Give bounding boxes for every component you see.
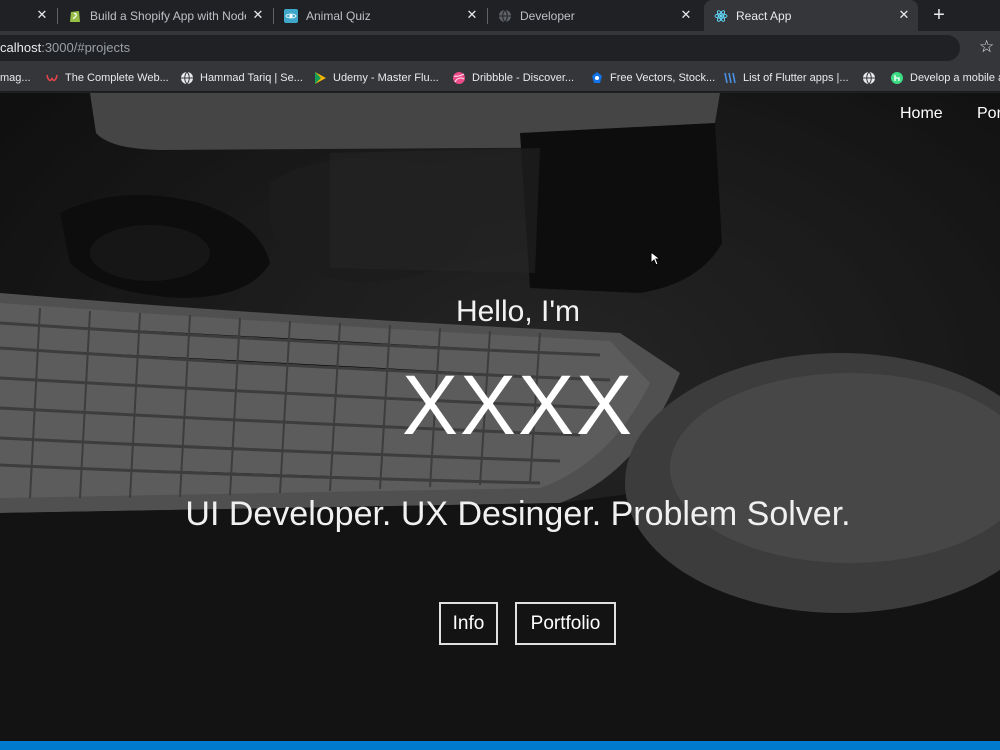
close-tab-icon[interactable]: ✕ — [34, 7, 50, 23]
udemy-u-icon — [45, 71, 59, 85]
bookmarks-bar: mag... The Complete Web... Hammad Tariq … — [0, 64, 1000, 92]
browser-toolbar: calhost:3000/#projects — [0, 31, 1000, 64]
globe-icon — [862, 71, 876, 85]
address-bar[interactable]: calhost:3000/#projects — [0, 35, 960, 61]
tab-animal-quiz[interactable]: Animal Quiz ✕ — [280, 0, 486, 31]
bookmark-label: mag... — [0, 72, 31, 84]
globe-icon — [498, 9, 512, 23]
hero-section: Home Por Hello, I'm XXXX UI Developer. U… — [0, 93, 1000, 741]
close-tab-icon[interactable]: ✕ — [678, 7, 694, 23]
close-tab-icon[interactable]: ✕ — [250, 7, 266, 23]
close-tab-icon[interactable]: ✕ — [896, 7, 912, 23]
tab-developer[interactable]: Developer ✕ — [494, 0, 700, 31]
editor-status-bar — [0, 741, 1000, 750]
new-tab-button[interactable]: + — [928, 4, 950, 26]
info-button[interactable]: Info — [439, 602, 498, 645]
portfolio-button[interactable]: Portfolio — [515, 602, 616, 645]
bookmark-item[interactable]: mag... — [0, 69, 31, 87]
url-host: calhost — [0, 40, 42, 55]
bookmark-label: List of Flutter apps |... — [743, 72, 849, 84]
shopify-icon — [68, 9, 82, 23]
play-icon — [313, 71, 327, 85]
android-dev-icon — [890, 71, 904, 85]
hero-tagline: UI Developer. UX Desinger. Problem Solve… — [185, 495, 851, 533]
tab-label: Animal Quiz — [306, 8, 371, 23]
bookmark-label: The Complete Web... — [65, 72, 169, 84]
tab-label: Build a Shopify App with Node.js — [90, 8, 246, 23]
tab-separator — [487, 8, 488, 24]
tab-shopify[interactable]: Build a Shopify App with Node.js ✕ — [64, 0, 272, 31]
bookmark-label: Udemy - Master Flu... — [333, 72, 439, 84]
tab-separator — [57, 8, 58, 24]
bookmark-item[interactable]: Hammad Tariq | Se... — [180, 69, 303, 87]
bookmark-item[interactable]: Develop a mobile a — [890, 69, 1000, 87]
bookmark-item[interactable]: Udemy - Master Flu... — [313, 69, 439, 87]
bookmark-item[interactable]: The Complete Web... — [45, 69, 169, 87]
tab-react-app[interactable]: React App ✕ — [704, 0, 918, 31]
mouse-cursor-icon — [650, 251, 662, 266]
tab-partial[interactable]: ✕ — [0, 0, 56, 31]
bookmark-item[interactable] — [862, 69, 882, 87]
hero-name: XXXX — [401, 358, 635, 452]
bookmark-item[interactable]: Free Vectors, Stock... — [590, 69, 715, 87]
bookmark-item[interactable]: List of Flutter apps |... — [723, 69, 849, 87]
tab-strip: ✕ Build a Shopify App with Node.js ✕ Ani… — [0, 0, 1000, 31]
bookmark-label: Free Vectors, Stock... — [610, 72, 716, 84]
flutter-list-icon — [723, 71, 737, 85]
bookmark-label: Dribbble - Discover... — [472, 72, 575, 84]
globe-icon — [180, 71, 194, 85]
bookmark-item[interactable]: Dribbble - Discover... — [452, 69, 574, 87]
bookmark-label: Hammad Tariq | Se... — [200, 72, 303, 84]
react-icon — [284, 8, 298, 23]
bookmark-star-icon[interactable]: ☆ — [979, 37, 994, 57]
dribbble-icon — [452, 71, 466, 85]
hero-greeting: Hello, I'm — [455, 295, 581, 328]
url-text: calhost:3000/#projects — [0, 40, 130, 55]
freepik-icon — [590, 71, 604, 85]
tab-separator — [273, 8, 274, 24]
url-path: :3000/#projects — [41, 40, 131, 55]
close-tab-icon[interactable]: ✕ — [464, 7, 480, 23]
nav-link-home[interactable]: Home — [900, 105, 943, 123]
nav-link-portfolio[interactable]: Por — [977, 105, 1000, 123]
bookmark-label: Develop a mobile a — [910, 72, 1000, 84]
react-icon — [714, 9, 728, 23]
tab-label: Developer — [520, 8, 575, 23]
tab-label: React App — [736, 8, 792, 23]
